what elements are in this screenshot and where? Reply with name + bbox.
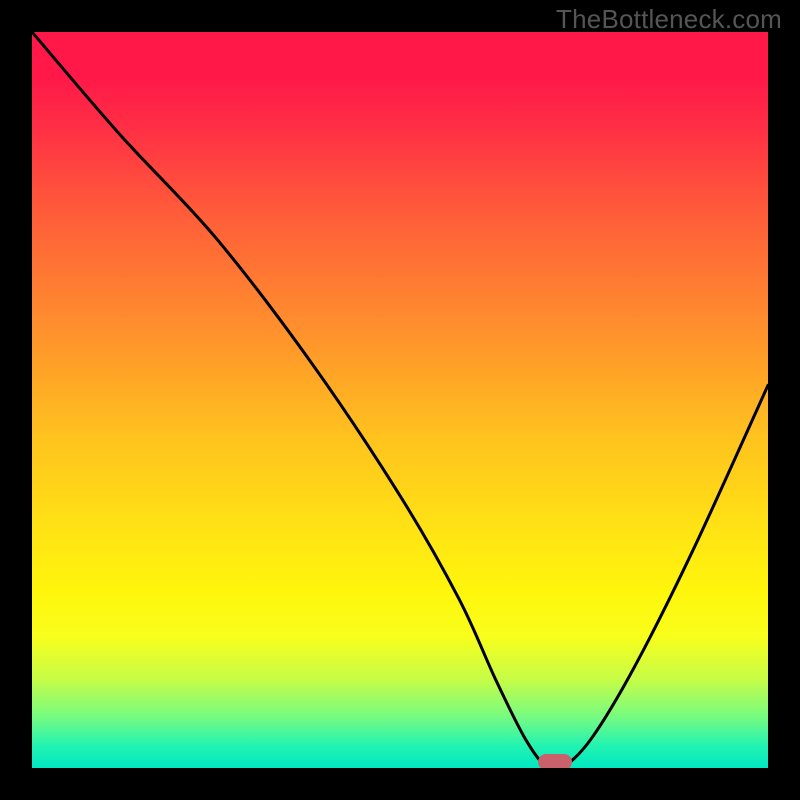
chart-frame: TheBottleneck.com bbox=[0, 0, 800, 800]
optimal-marker bbox=[538, 754, 572, 768]
plot-area bbox=[32, 32, 768, 768]
watermark-text: TheBottleneck.com bbox=[556, 4, 782, 35]
curve-path bbox=[32, 32, 768, 768]
bottleneck-curve bbox=[32, 32, 768, 768]
